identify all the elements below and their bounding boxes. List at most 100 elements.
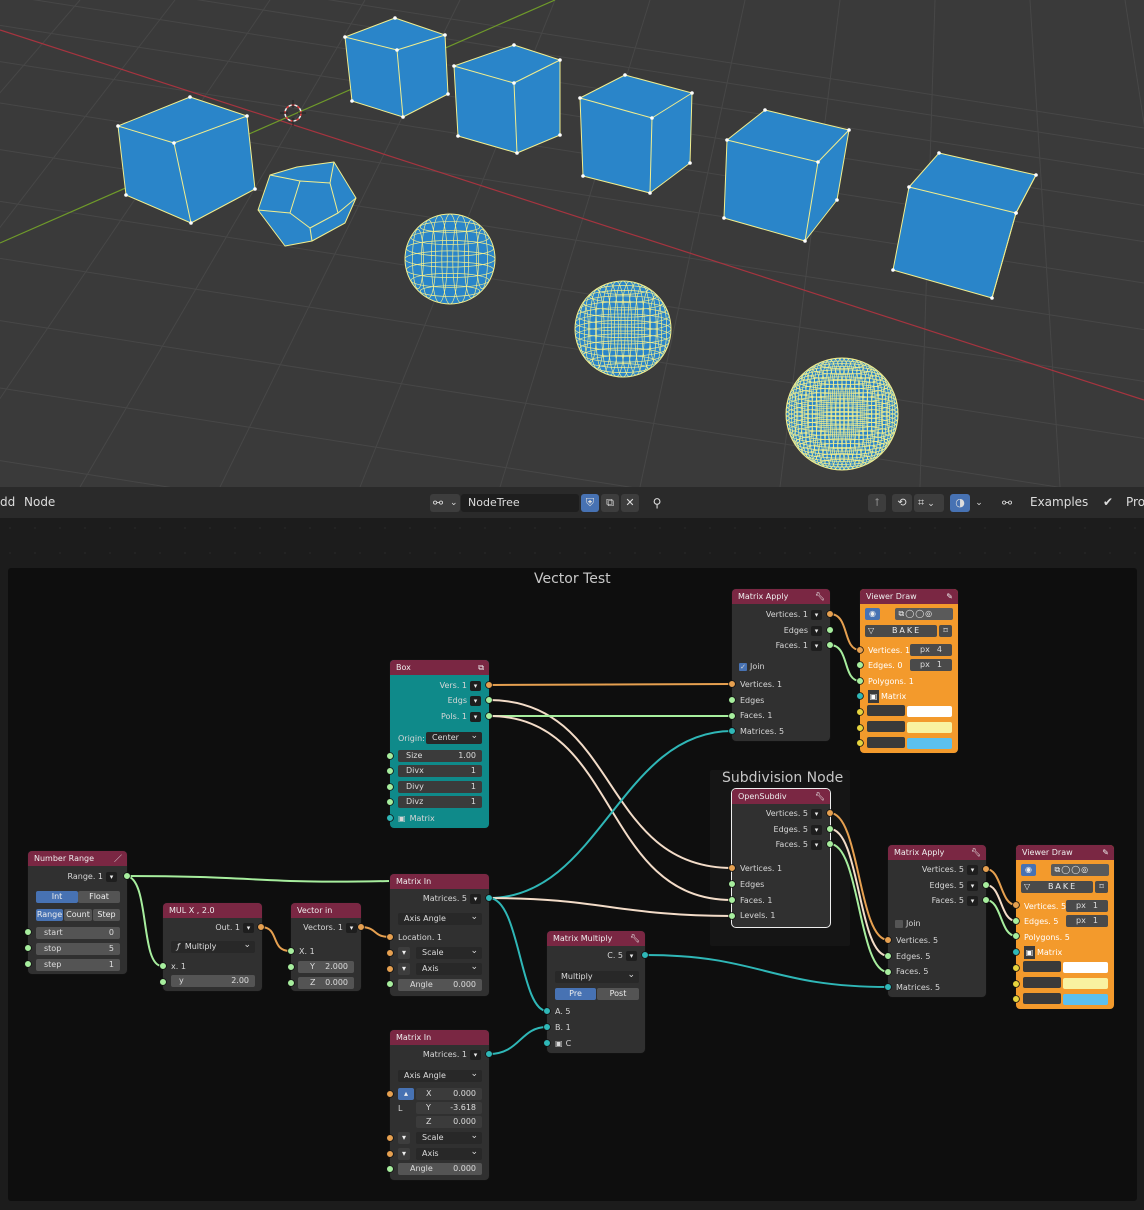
node-matrix-multiply[interactable]: Matrix Multiply 🔧︎ C. 5▾ Multiply Pre Pos… xyxy=(547,931,645,1053)
face-color-swatch[interactable] xyxy=(907,738,952,749)
angle-field[interactable]: Angle 0.000 xyxy=(398,979,482,991)
x-field[interactable]: X 0.000 xyxy=(416,1088,482,1100)
node-matrix-apply-1[interactable]: Matrix Apply 🔧︎ Vertices. 1 ▾ Edges ▾ Faces… xyxy=(732,589,830,741)
cube-mesh[interactable] xyxy=(891,151,1038,300)
grid-icon[interactable]: ⌗ ⌄ xyxy=(914,494,944,512)
node-header[interactable]: Viewer Draw ✎ xyxy=(1016,845,1114,860)
scale-dropdown[interactable]: Scale xyxy=(416,945,482,959)
cube-mesh[interactable] xyxy=(452,43,562,155)
dropdown-icon[interactable]: ▾ xyxy=(811,824,822,835)
step-field[interactable]: step 1 xyxy=(36,959,120,971)
origin-dropdown[interactable]: Center xyxy=(426,730,482,744)
face-color-icons[interactable] xyxy=(1023,993,1061,1004)
node-header[interactable]: Matrix Apply 🔧︎ xyxy=(732,589,830,604)
expand-axis-button[interactable]: ▾ xyxy=(398,1148,410,1160)
node-viewer-draw-1[interactable]: Viewer Draw ✎ ◉ ⧉◯◯◎ ▽ BAKE ⌑ px 4 px 1 Vert… xyxy=(860,589,958,753)
dropdown-icon[interactable]: ▾ xyxy=(967,895,978,906)
mode-int-button[interactable]: Int xyxy=(36,891,78,903)
y-field[interactable]: Y -3.618 xyxy=(416,1102,482,1114)
display-mode-icons[interactable]: ⧉◯◯◎ xyxy=(1051,864,1109,876)
dropdown-icon[interactable]: ▾ xyxy=(811,839,822,850)
join-checkbox[interactable]: Join xyxy=(895,917,921,930)
dropdown-icon[interactable]: ▾ xyxy=(243,922,254,933)
post-button[interactable]: Post xyxy=(597,988,639,1000)
divz-field[interactable]: Divz 1 xyxy=(398,796,482,808)
node-header[interactable]: Matrix In xyxy=(390,1030,489,1045)
operation-dropdown[interactable]: Multiply xyxy=(555,969,639,983)
face-color-icons[interactable] xyxy=(867,737,905,748)
dropdown-icon[interactable]: ▾ xyxy=(811,609,822,620)
scale-dropdown[interactable]: Scale xyxy=(416,1130,482,1144)
dropdown-icon[interactable]: ▾ xyxy=(626,950,637,961)
dropdown-icon[interactable]: ▾ xyxy=(346,922,357,933)
sphere-mesh-2[interactable] xyxy=(574,280,672,378)
overlay-icon[interactable]: ◑ xyxy=(950,494,970,512)
tab-step-button[interactable]: Step xyxy=(93,909,120,921)
eye-icon[interactable]: ◉ xyxy=(865,608,880,620)
node-opensubdiv[interactable]: OpenSubdiv 🔧︎ Vertices. 5 ▾ Edges. 5 ▾ Face… xyxy=(732,789,830,927)
expand-scale-button[interactable]: ▾ xyxy=(398,1132,410,1144)
dropdown-icon[interactable]: ▾ xyxy=(967,880,978,891)
bake-options-icon[interactable]: ⌑ xyxy=(939,625,952,637)
vertex-color-swatch[interactable] xyxy=(907,706,952,717)
dropdown-icon[interactable]: ▾ xyxy=(811,808,822,819)
node-header[interactable]: Matrix Multiply 🔧︎ xyxy=(547,931,645,946)
mode-dropdown[interactable]: Axis Angle xyxy=(398,1068,482,1082)
edge-width-field[interactable]: px 1 xyxy=(1066,915,1108,927)
node-header[interactable]: OpenSubdiv 🔧︎ xyxy=(732,789,830,804)
node-viewer-draw-2[interactable]: Viewer Draw ✎ ◉ ⧉◯◯◎ ▽ BAKE ⌑ px 1 px 1 Vert… xyxy=(1016,845,1114,1009)
menu-add[interactable]: Add xyxy=(0,487,15,518)
y-field[interactable]: Y 2.000 xyxy=(298,961,354,973)
snap-icon[interactable]: ⟲ xyxy=(892,494,912,512)
3d-viewport[interactable] xyxy=(0,0,1144,487)
pre-button[interactable]: Pre xyxy=(555,988,596,1000)
size-field[interactable]: Size 1.00 xyxy=(398,750,482,762)
vertex-color-icons[interactable] xyxy=(1023,961,1061,972)
vertex-color-icons[interactable] xyxy=(867,705,905,716)
node-box[interactable]: Box ⧉ Vers. 1 ▾ Edgs ▾ Pols. 1 ▾ Origin: Cen… xyxy=(390,660,489,828)
edge-color-icons[interactable] xyxy=(867,721,905,732)
node-matrix-apply-2[interactable]: Matrix Apply 🔧︎ Vertices. 5 ▾ Edges. 5 ▾ Fa… xyxy=(888,845,986,997)
dropdown-icon[interactable]: ▾ xyxy=(106,871,117,882)
bake-button[interactable]: ▽ BAKE xyxy=(1021,881,1093,893)
mode-float-button[interactable]: Float xyxy=(78,891,120,903)
dropdown-icon[interactable]: ▾ xyxy=(967,864,978,875)
node-vector-in[interactable]: Vector in Vectors. 1 ▾ X. 1 Y 2.000 Z 0.000 xyxy=(291,903,361,991)
dropdown-icon[interactable]: ▾ xyxy=(811,640,822,651)
sphere-mesh-3[interactable] xyxy=(785,357,899,471)
operation-dropdown[interactable]: ƒ Multiply xyxy=(171,939,255,953)
node-mul[interactable]: MUL X , 2.0 Out. 1▾ ƒMultiply x. 1 y2.00 xyxy=(163,903,262,991)
join-checkbox[interactable]: ✓ Join xyxy=(739,660,765,673)
expand-axis-button[interactable]: ▾ xyxy=(398,963,410,975)
divy-field[interactable]: Divy 1 xyxy=(398,781,482,793)
bake-options-icon[interactable]: ⌑ xyxy=(1095,881,1108,893)
mode-dropdown[interactable]: Axis Angle xyxy=(398,911,482,925)
face-color-swatch[interactable] xyxy=(1063,994,1108,1005)
edge-width-field[interactable]: px 1 xyxy=(910,659,952,671)
y-field[interactable]: y 2.00 xyxy=(171,975,255,987)
vertex-size-field[interactable]: px 4 xyxy=(910,644,952,656)
node-number-range[interactable]: Number Range ／ Range. 1 ▾ Int Float Range … xyxy=(28,851,127,974)
pin-icon[interactable]: ⚲ xyxy=(648,494,666,512)
eye-icon[interactable]: ◉ xyxy=(1021,864,1036,876)
subdivided-cube-mesh[interactable] xyxy=(257,161,357,247)
node-header[interactable]: Vector in xyxy=(291,903,361,918)
divx-field[interactable]: Divx 1 xyxy=(398,765,482,777)
node-header[interactable]: Matrix In xyxy=(390,874,489,889)
sphere-mesh-1[interactable] xyxy=(404,213,496,305)
bake-button[interactable]: ▽ BAKE xyxy=(865,625,937,637)
edge-color-swatch[interactable] xyxy=(907,722,952,733)
workspace-label[interactable]: Examples xyxy=(1030,487,1088,518)
shield-icon[interactable]: ⛨ xyxy=(581,494,599,512)
node-matrix-in-2[interactable]: Matrix In Matrices. 1▾ Axis Angle ▴ X0.0… xyxy=(390,1030,489,1180)
stop-field[interactable]: stop 5 xyxy=(36,943,120,955)
node-header[interactable]: Viewer Draw ✎ xyxy=(860,589,958,604)
axis-dropdown[interactable]: Axis xyxy=(416,961,482,975)
cube-mesh[interactable] xyxy=(343,16,450,119)
expand-scale-button[interactable]: ▾ xyxy=(398,947,410,959)
tree-type-dropdown[interactable]: ⚯ ⌄ xyxy=(430,494,460,512)
node-header[interactable]: MUL X , 2.0 xyxy=(163,903,262,918)
start-field[interactable]: start 0 xyxy=(36,927,120,939)
z-field[interactable]: Z 0.000 xyxy=(298,977,354,989)
node-matrix-in-1[interactable]: Matrix In Matrices. 5▾ Axis Angle Locati… xyxy=(390,874,489,996)
